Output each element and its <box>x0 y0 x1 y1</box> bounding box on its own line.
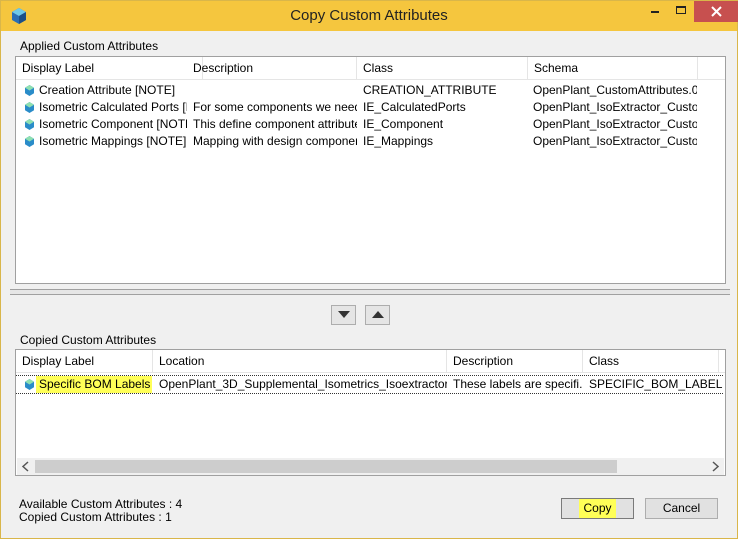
title-bar[interactable]: Copy Custom Attributes <box>1 1 738 31</box>
arrow-down-icon <box>337 311 350 318</box>
row-class: SPECIFIC_BOM_LABELS <box>589 377 723 391</box>
minimize-icon <box>651 11 659 13</box>
copied-group-label: Copied Custom Attributes <box>20 333 157 347</box>
minimize-button[interactable] <box>642 1 668 22</box>
column-header-display-label[interactable]: Display Label <box>16 57 203 79</box>
move-up-button[interactable] <box>365 305 390 325</box>
applied-grid-header: Display Label Description Class Schema <box>16 57 725 80</box>
row-class: IE_CalculatedPorts <box>363 100 466 114</box>
row-label: Specific BOM Labels ... <box>36 376 152 393</box>
column-header-description[interactable]: Description <box>187 57 357 79</box>
column-header-location[interactable]: Location <box>153 350 447 372</box>
table-row[interactable]: Creation Attribute [NOTE] CREATION_ATTRI… <box>16 82 716 99</box>
row-class: IE_Mappings <box>363 134 434 148</box>
applied-attributes-list[interactable]: Display Label Description Class Schema C… <box>15 56 726 284</box>
window-title: Copy Custom Attributes <box>290 7 448 24</box>
table-row[interactable]: Specific BOM Labels ... OpenPlant_3D_Sup… <box>16 375 723 394</box>
copied-grid-header: Display Label Location Description Class <box>16 350 725 373</box>
row-schema: OpenPlant_IsoExtractor_Custo... <box>533 100 697 114</box>
column-header-schema[interactable]: Schema <box>528 57 698 79</box>
table-row[interactable]: Isometric Calculated Ports [N... For som… <box>16 99 716 116</box>
row-label: Isometric Mappings [NOTE] <box>39 134 187 148</box>
row-class: CREATION_ATTRIBUTE <box>363 83 497 97</box>
table-row[interactable]: Isometric Component [NOTE] This define c… <box>16 116 716 133</box>
maximize-icon <box>676 6 686 14</box>
scroll-left-icon[interactable] <box>20 461 32 472</box>
copy-button-label: Copy <box>579 499 616 518</box>
row-schema: OpenPlant_CustomAttributes.0... <box>533 83 697 97</box>
maximize-button[interactable] <box>668 1 694 22</box>
move-down-button[interactable] <box>331 305 356 325</box>
close-button[interactable] <box>694 1 738 22</box>
copied-attributes-list[interactable]: Display Label Location Description Class… <box>15 349 726 476</box>
column-header-display-label[interactable]: Display Label <box>16 350 153 372</box>
column-header-description[interactable]: Description <box>447 350 583 372</box>
column-header-class[interactable]: Class <box>357 57 528 79</box>
column-header-class[interactable]: Class <box>583 350 719 372</box>
row-label: Creation Attribute [NOTE] <box>39 83 176 97</box>
row-description <box>187 82 357 99</box>
available-count: Available Custom Attributes : 4 <box>19 497 183 511</box>
row-schema: OpenPlant_IsoExtractor_Custo... <box>533 117 697 131</box>
row-description: For some components we need... <box>193 100 357 114</box>
row-description: These labels are specifi... <box>453 377 583 391</box>
cancel-button-label: Cancel <box>662 501 701 515</box>
copied-count: Copied Custom Attributes : 1 <box>19 510 172 524</box>
arrow-up-icon <box>371 311 384 318</box>
row-schema: OpenPlant_IsoExtractor_Custo... <box>533 134 697 148</box>
cancel-button[interactable]: Cancel <box>645 498 718 519</box>
close-icon <box>711 6 722 17</box>
scrollbar-thumb[interactable] <box>35 460 617 473</box>
row-description: Mapping with design component <box>193 134 357 148</box>
panel-splitter[interactable] <box>10 289 730 295</box>
row-location: OpenPlant_3D_Supplemental_Isometrics_Iso… <box>159 377 447 391</box>
copy-button[interactable]: Copy <box>561 498 634 519</box>
copy-custom-attributes-dialog: Copy Custom Attributes Applied Custom At… <box>0 0 738 539</box>
table-row[interactable]: Isometric Mappings [NOTE] Mapping with d… <box>16 133 716 150</box>
scroll-right-icon[interactable] <box>709 461 721 472</box>
row-description: This define component attribute... <box>193 117 357 131</box>
row-class: IE_Component <box>363 117 444 131</box>
row-label: Isometric Component [NOTE] <box>39 117 187 131</box>
horizontal-scrollbar[interactable] <box>17 458 724 475</box>
custom-attribute-icon <box>25 379 34 390</box>
applied-group-label: Applied Custom Attributes <box>20 39 159 53</box>
row-label: Isometric Calculated Ports [N... <box>39 100 187 114</box>
